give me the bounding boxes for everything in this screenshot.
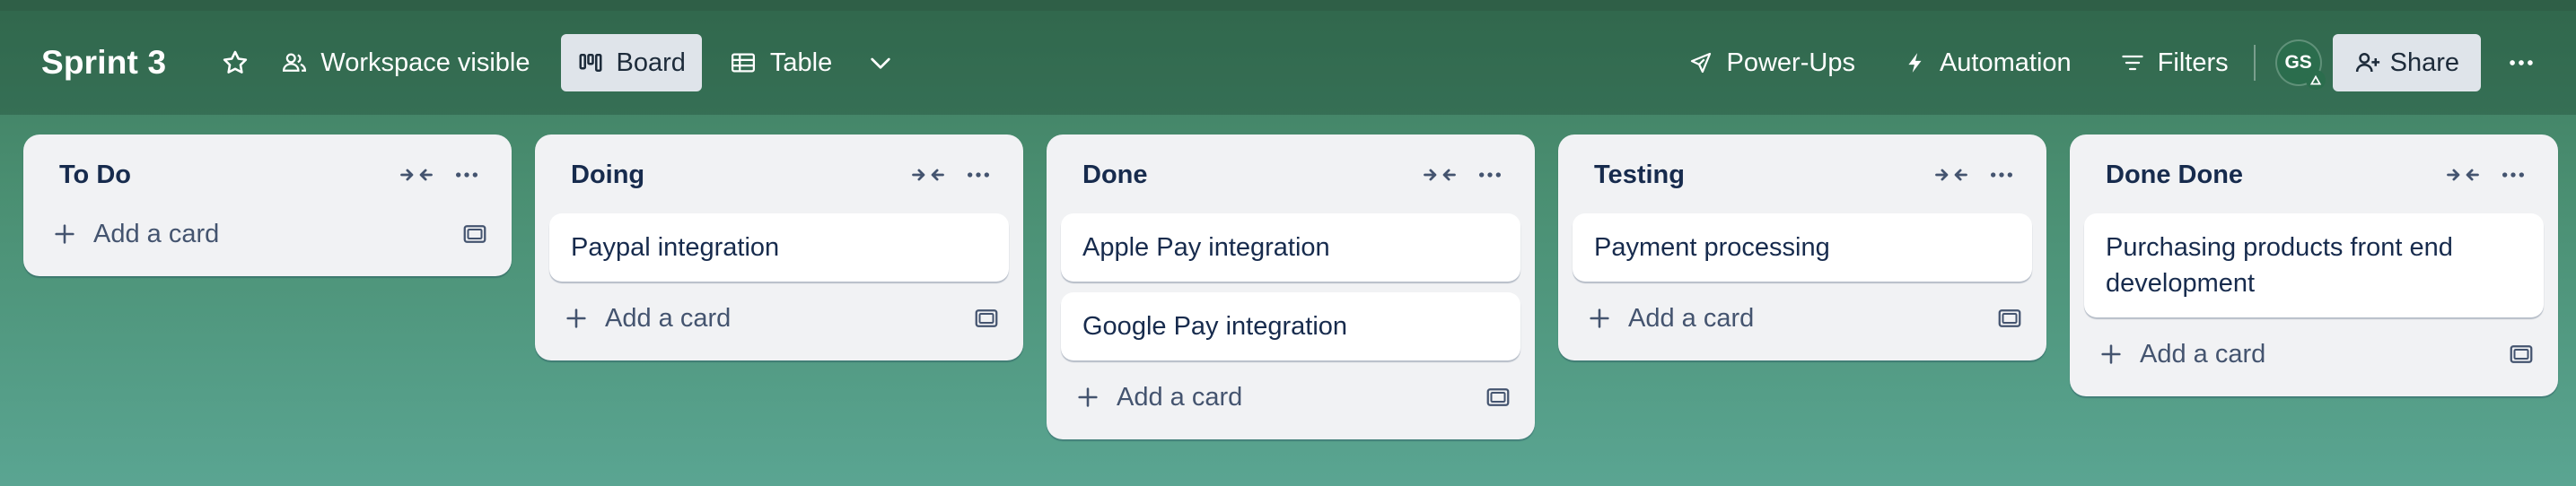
list-title[interactable]: Doing: [571, 161, 903, 190]
top-strip: [0, 0, 2576, 11]
add-card-button[interactable]: Add a card: [605, 304, 973, 334]
board-icon: [577, 49, 604, 76]
filters-button[interactable]: Filters: [2104, 34, 2245, 91]
list-header: Done: [1061, 147, 1520, 203]
list-done-done[interactable]: Done Done Purchasing products front end …: [2070, 135, 2558, 396]
visibility-label: Workspace visible: [320, 48, 530, 77]
plus-icon: [1587, 306, 1612, 331]
more-icon: [2506, 48, 2537, 78]
lightning-icon: [1904, 49, 1927, 76]
board-lists: To Do Add a card Doing Paypal integratio…: [23, 135, 2558, 439]
list-menu-icon[interactable]: [442, 153, 492, 196]
list-header: Done Done: [2084, 147, 2544, 203]
add-person-icon: [2354, 49, 2381, 76]
collapse-list-icon[interactable]: [2438, 153, 2488, 196]
board-menu-button[interactable]: [2492, 34, 2551, 91]
list-title[interactable]: To Do: [59, 161, 391, 190]
list-header: To Do: [38, 147, 497, 203]
workspace-member-icon: [2305, 70, 2326, 90]
automation-label: Automation: [1939, 48, 2072, 77]
card[interactable]: Google Pay integration: [1061, 292, 1520, 360]
add-card-button[interactable]: Add a card: [2140, 340, 2508, 369]
list-done[interactable]: Done Apple Pay integration Google Pay in…: [1047, 135, 1535, 439]
table-icon: [729, 49, 758, 76]
avatar[interactable]: GS: [2274, 39, 2326, 90]
visibility-button[interactable]: Workspace visible: [265, 34, 546, 91]
view-tab-board[interactable]: Board: [560, 34, 702, 91]
plus-icon: [1075, 385, 1100, 410]
chevron-down-icon: [866, 48, 895, 77]
filter-icon: [2120, 50, 2145, 75]
board-title[interactable]: Sprint 3: [41, 44, 166, 82]
card-template-icon[interactable]: [461, 221, 488, 247]
filters-label: Filters: [2157, 48, 2229, 77]
add-card-row[interactable]: Add a card: [38, 206, 497, 262]
star-button[interactable]: [206, 34, 265, 91]
list-title[interactable]: Done: [1082, 161, 1415, 190]
list-header: Doing: [549, 147, 1009, 203]
card[interactable]: Payment processing: [1573, 213, 2032, 282]
people-icon: [281, 49, 308, 76]
add-card-button[interactable]: Add a card: [1117, 383, 1485, 412]
list-to-do[interactable]: To Do Add a card: [23, 135, 512, 276]
plus-icon: [52, 221, 77, 247]
star-icon: [220, 48, 250, 78]
add-card-row[interactable]: Add a card: [2084, 326, 2544, 382]
more-views-button[interactable]: [852, 34, 909, 91]
view-tab-board-label: Board: [616, 48, 686, 77]
share-button[interactable]: Share: [2332, 34, 2481, 91]
card-template-icon[interactable]: [1485, 384, 1511, 411]
card[interactable]: Purchasing products front end developmen…: [2084, 213, 2544, 317]
view-tab-table[interactable]: Table: [713, 34, 848, 91]
header-divider: [2253, 45, 2256, 81]
plus-icon: [2098, 342, 2124, 367]
share-label: Share: [2389, 48, 2459, 77]
list-testing[interactable]: Testing Payment processing Add a card: [1558, 135, 2046, 360]
power-ups-button[interactable]: Power-Ups: [1671, 34, 1871, 91]
list-title[interactable]: Done Done: [2106, 161, 2438, 190]
list-menu-icon[interactable]: [953, 153, 1003, 196]
list-menu-icon[interactable]: [2488, 153, 2538, 196]
plus-icon: [564, 306, 589, 331]
collapse-list-icon[interactable]: [1926, 153, 1976, 196]
list-header: Testing: [1573, 147, 2032, 203]
card[interactable]: Apple Pay integration: [1061, 213, 1520, 282]
add-card-button[interactable]: Add a card: [1628, 304, 1996, 334]
list-doing[interactable]: Doing Paypal integration Add a card: [535, 135, 1023, 360]
view-tab-table-label: Table: [769, 48, 833, 77]
avatar-initials: GS: [2284, 52, 2312, 73]
collapse-list-icon[interactable]: [1415, 153, 1465, 196]
automation-button[interactable]: Automation: [1888, 34, 2088, 91]
list-menu-icon[interactable]: [1976, 153, 2027, 196]
card-template-icon[interactable]: [2508, 341, 2535, 368]
power-ups-label: Power-Ups: [1726, 48, 1855, 77]
add-card-row[interactable]: Add a card: [549, 291, 1009, 346]
collapse-list-icon[interactable]: [391, 153, 442, 196]
card-template-icon[interactable]: [1996, 305, 2023, 332]
card-template-icon[interactable]: [973, 305, 1000, 332]
add-card-row[interactable]: Add a card: [1061, 369, 1520, 425]
list-title[interactable]: Testing: [1594, 161, 1926, 190]
board-header: Sprint 3 Workspace visible Board Table P…: [0, 11, 2576, 115]
list-menu-icon[interactable]: [1465, 153, 1515, 196]
add-card-button[interactable]: Add a card: [93, 220, 461, 249]
card[interactable]: Paypal integration: [549, 213, 1009, 282]
collapse-list-icon[interactable]: [903, 153, 953, 196]
rocket-icon: [1687, 49, 1714, 76]
add-card-row[interactable]: Add a card: [1573, 291, 2032, 346]
